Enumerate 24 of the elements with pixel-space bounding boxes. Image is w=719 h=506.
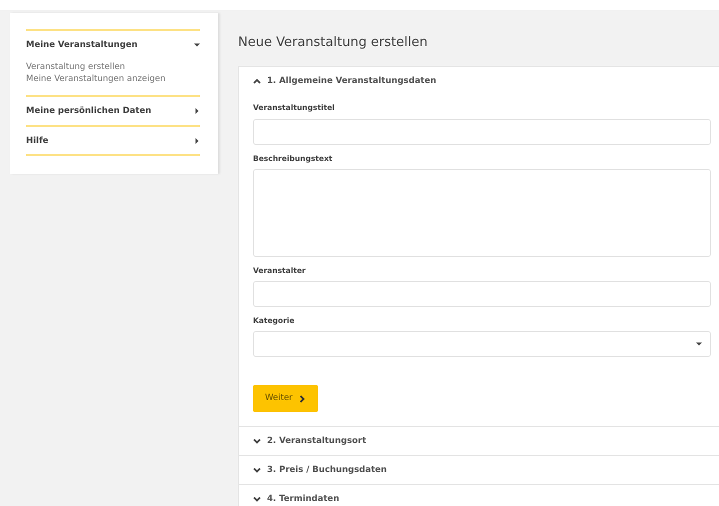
chevron-down-icon [253, 437, 261, 446]
sidebar-submenu-link[interactable]: Veranstaltung erstellen [26, 60, 126, 73]
chevron-up-icon [253, 76, 261, 85]
chevron-down-icon [253, 466, 261, 474]
sidebar-menu-item[interactable]: Hilfe [26, 126, 200, 154]
sidebar-submenu-link[interactable]: Meine Veranstaltungen anzeigen [26, 72, 166, 85]
page-title: Neue Veranstaltung erstellen [238, 34, 429, 52]
caret-right-icon [194, 108, 200, 114]
select-field[interactable] [253, 331, 711, 358]
sidebar-menu-item[interactable]: Meine Veranstaltungen [26, 31, 200, 59]
caret-down-icon [194, 42, 200, 48]
next-button[interactable]: Weiter [253, 385, 318, 412]
chevron-right-icon [298, 394, 306, 403]
dropdown-caret-icon [696, 341, 702, 348]
textarea-field[interactable] [253, 168, 711, 257]
accordion-header[interactable]: 4. Termindaten [239, 484, 719, 506]
input-field[interactable] [253, 118, 711, 144]
accordion-header[interactable]: 3. Preis / Buchungsdaten [239, 456, 719, 484]
input-field[interactable] [253, 281, 711, 307]
sidebar-menu-item[interactable]: Meine persönlichen Daten [26, 96, 200, 124]
caret-right-icon [194, 138, 200, 144]
chevron-down-icon [253, 494, 261, 503]
accordion-header[interactable]: 1. Allgemeine Veranstaltungsdaten [239, 66, 719, 94]
accordion-header[interactable]: 2. Veranstaltungsort [239, 427, 719, 455]
